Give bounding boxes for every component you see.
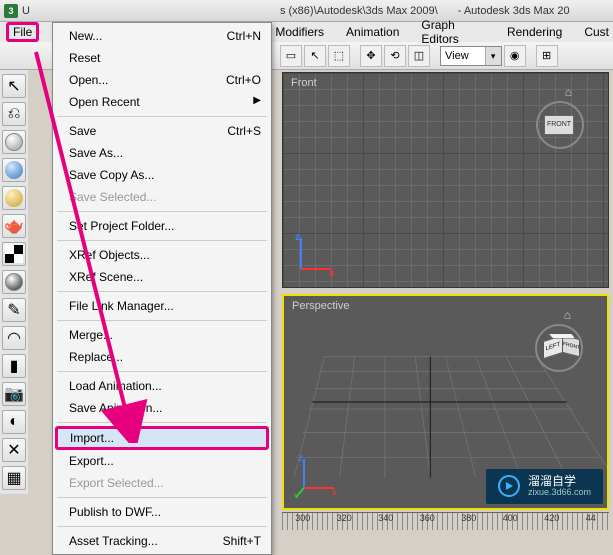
home-icon[interactable]: ⌂ [564, 308, 571, 322]
misc-tool-icon[interactable]: ▦ [2, 466, 26, 490]
viewport-label: Front [291, 77, 317, 89]
menu-new[interactable]: New...Ctrl+N [53, 25, 271, 47]
menu-graph-editors[interactable]: Graph Editors [417, 17, 489, 47]
snap-tool-icon[interactable]: ⊞ [536, 45, 558, 67]
menu-save-selected: Save Selected... [53, 186, 271, 208]
submenu-arrow-icon: ▶ [253, 95, 261, 109]
menu-publish-dwf[interactable]: Publish to DWF... [53, 501, 271, 523]
gold-sphere-icon[interactable] [2, 186, 26, 210]
menu-reset[interactable]: Reset [53, 47, 271, 69]
checker-icon[interactable] [2, 242, 26, 266]
menu-separator [57, 291, 267, 292]
menu-rendering[interactable]: Rendering [503, 24, 566, 40]
app-icon: 3 [4, 4, 18, 18]
menu-open-recent[interactable]: Open Recent▶ [53, 91, 271, 113]
cursor-tool-icon[interactable]: ↖ [304, 45, 326, 67]
menu-customize[interactable]: Cust [580, 24, 613, 40]
menu-separator [57, 497, 267, 498]
menu-separator [57, 211, 267, 212]
menu-file-link-manager[interactable]: File Link Manager... [53, 295, 271, 317]
menu-separator [57, 116, 267, 117]
viewcube-face: FRONT [544, 115, 574, 135]
title-path: s (x86)\Autodesk\3ds Max 2009\ [280, 5, 438, 17]
menu-file[interactable]: File [6, 22, 39, 42]
menu-asset-tracking[interactable]: Asset Tracking...Shift+T [53, 530, 271, 552]
menu-save-copy-as[interactable]: Save Copy As... [53, 164, 271, 186]
menu-save[interactable]: SaveCtrl+S [53, 120, 271, 142]
play-icon [498, 475, 520, 497]
menu-separator [57, 320, 267, 321]
svg-text:x: x [329, 268, 335, 277]
title-app: - Autodesk 3ds Max 20 [458, 5, 570, 17]
menu-separator [57, 422, 267, 423]
menu-export-selected: Export Selected... [53, 472, 271, 494]
marquee-tool-icon[interactable]: ⬚ [328, 45, 350, 67]
chevron-down-icon: ▾ [485, 47, 501, 65]
svg-text:z: z [298, 453, 303, 464]
menu-import[interactable]: Import... [55, 426, 269, 450]
menu-separator [57, 526, 267, 527]
menu-save-animation[interactable]: Save Animation... [53, 397, 271, 419]
rotate-tool-icon[interactable]: ⟲ [384, 45, 406, 67]
axis-gizmo: z x y [294, 453, 339, 498]
viewcube[interactable]: FRONT [536, 101, 584, 149]
watermark-badge: 溜溜自学 zixue.3d66.com [486, 469, 603, 504]
menu-set-project-folder[interactable]: Set Project Folder... [53, 215, 271, 237]
viewport-container: Front ⌂ FRONT z x Perspective ⌂ [282, 72, 609, 510]
home-icon[interactable]: ⌂ [565, 85, 572, 99]
menu-modifiers[interactable]: Modifiers [271, 24, 328, 40]
left-toolbar: ↖ ⎌ 🫖 ✎ ◠ ▮ 📷 ◐ ✕ ▦ [0, 70, 28, 494]
svg-text:z: z [295, 232, 300, 243]
pivot-tool-icon[interactable]: ◉ [504, 45, 526, 67]
menu-merge[interactable]: Merge... [53, 324, 271, 346]
menu-animation[interactable]: Animation [342, 24, 403, 40]
blue-sphere-icon[interactable] [2, 158, 26, 182]
viewport-front[interactable]: Front ⌂ FRONT z x [282, 72, 609, 288]
menu-replace[interactable]: Replace... [53, 346, 271, 368]
timeline-ruler[interactable]: 300320340 360380400 42044 [282, 512, 609, 530]
viewcube[interactable]: LEFT FRONT [535, 324, 583, 372]
menu-separator [57, 240, 267, 241]
scale-tool-icon[interactable]: ◫ [408, 45, 430, 67]
svg-text:y: y [294, 491, 299, 498]
ruler-labels: 300320340 360380400 42044 [282, 513, 609, 523]
axis-gizmo: z x [293, 232, 338, 277]
menu-xref-objects[interactable]: XRef Objects... [53, 244, 271, 266]
window-titlebar: 3 U s (x86)\Autodesk\3ds Max 2009\ - Aut… [0, 0, 613, 22]
file-menu-dropdown: New...Ctrl+N Reset Open...Ctrl+O Open Re… [52, 22, 272, 555]
menu-separator [57, 371, 267, 372]
camera-tool-icon[interactable]: 📷 [2, 382, 26, 406]
light-tool-icon[interactable]: ◐ [2, 410, 26, 434]
menu-xref-scene[interactable]: XRef Scene... [53, 266, 271, 288]
move-tool-icon[interactable]: ✥ [360, 45, 382, 67]
title-prefix: U [22, 5, 30, 17]
link-tool-icon[interactable]: ⎌ [2, 102, 26, 126]
pointer-tool-icon[interactable]: ↖ [2, 74, 26, 98]
shaded-sphere-icon[interactable] [2, 130, 26, 154]
pick-tool-icon[interactable]: ✎ [2, 298, 26, 322]
svg-text:x: x [332, 487, 337, 498]
reference-coord-dropdown[interactable]: View ▾ [440, 46, 502, 66]
bw-sphere-icon[interactable] [2, 270, 26, 294]
coord-label: View [441, 50, 485, 62]
teapot-icon[interactable]: 🫖 [2, 214, 26, 238]
helper-tool-icon[interactable]: ✕ [2, 438, 26, 462]
menu-open[interactable]: Open...Ctrl+O [53, 69, 271, 91]
menu-save-as[interactable]: Save As... [53, 142, 271, 164]
menu-export[interactable]: Export... [53, 450, 271, 472]
viewport-label: Perspective [292, 300, 349, 312]
paint-tool-icon[interactable]: ▮ [2, 354, 26, 378]
watermark-url: zixue.3d66.com [528, 488, 591, 498]
select-tool-icon[interactable]: ▭ [280, 45, 302, 67]
lasso-tool-icon[interactable]: ◠ [2, 326, 26, 350]
menu-load-animation[interactable]: Load Animation... [53, 375, 271, 397]
